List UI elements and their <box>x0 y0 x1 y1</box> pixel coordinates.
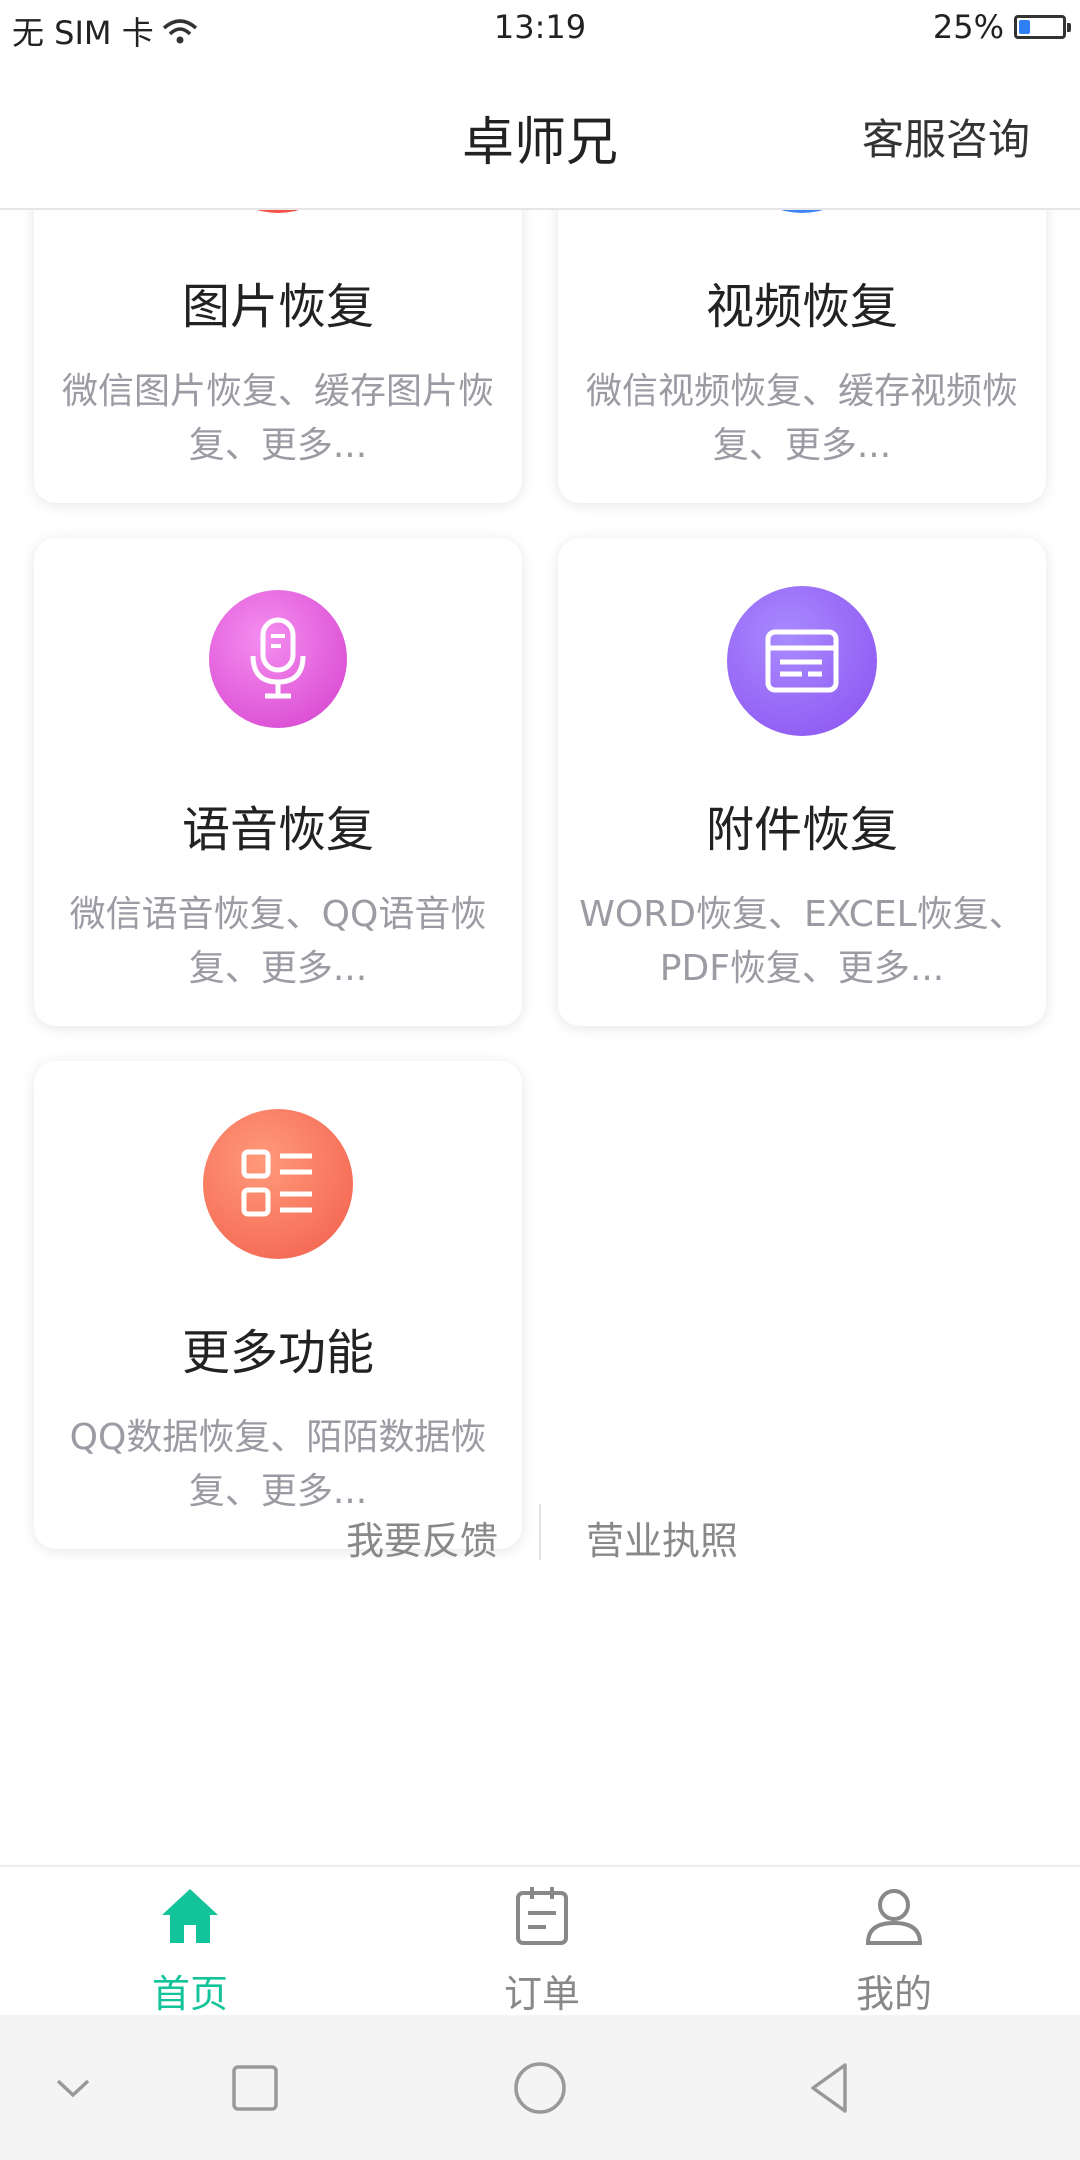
tab-label: 我的 <box>855 1972 932 2016</box>
bottom-tab-bar: 首页 订单 我的 <box>0 1865 1080 2017</box>
nav-header: 卓师兄 客服咨询 <box>0 56 1080 210</box>
attachment-icon <box>727 586 877 736</box>
image-icon <box>203 210 353 213</box>
footer-links: 我要反馈 营业执照 <box>0 1500 1080 1570</box>
card-voice-recovery[interactable]: 语音恢复 微信语音恢复、QQ语音恢复、更多... <box>34 538 522 1026</box>
card-description: WORD恢复、EXCEL恢复、PDF恢复、更多... <box>579 894 1025 989</box>
card-description: 微信语音恢复、QQ语音恢复、更多... <box>69 894 487 989</box>
card-more-features[interactable]: 更多功能 QQ数据恢复、陌陌数据恢复、更多... <box>34 1061 522 1549</box>
video-icon <box>727 210 877 213</box>
card-title: 视频恢复 <box>705 279 898 335</box>
business-license-link[interactable]: 营业执照 <box>586 1510 738 1565</box>
battery-percent: 25% <box>932 8 1004 46</box>
card-description: 微信图片恢复、缓存图片恢复、更多... <box>61 371 494 466</box>
tab-label: 订单 <box>503 1972 580 2016</box>
card-title: 附件恢复 <box>705 802 898 858</box>
feedback-link[interactable]: 我要反馈 <box>346 1510 498 1565</box>
card-attachment-recovery[interactable]: 附件恢复 WORD恢复、EXCEL恢复、PDF恢复、更多... <box>558 538 1046 1026</box>
status-bar: 无 SIM 卡 13:19 25% <box>0 0 1080 56</box>
card-title: 语音恢复 <box>181 802 374 858</box>
card-description: 微信视频恢复、缓存视频恢复、更多... <box>585 371 1018 466</box>
system-navigation-bar <box>0 2015 1080 2160</box>
recent-apps-button[interactable] <box>218 2051 292 2125</box>
tab-label: 首页 <box>151 1972 228 2016</box>
home-button[interactable] <box>503 2051 577 2125</box>
card-title: 图片恢复 <box>181 279 374 335</box>
battery-icon <box>1014 15 1071 39</box>
home-icon <box>162 1889 218 1943</box>
customer-service-button[interactable]: 客服咨询 <box>862 106 1030 167</box>
microphone-icon <box>209 590 347 728</box>
card-video-recovery[interactable]: 视频恢复 微信视频恢复、缓存视频恢复、更多... <box>558 210 1046 503</box>
content-scroll-area[interactable]: 图片恢复 微信图片恢复、缓存图片恢复、更多... 视频恢复 微信视频恢复、缓存视… <box>0 210 1080 1865</box>
list-icon <box>203 1109 353 1259</box>
chevron-down-icon[interactable] <box>36 2051 110 2125</box>
status-time: 13:19 <box>493 8 587 46</box>
tab-home[interactable]: 首页 <box>10 1867 370 2017</box>
footer-divider <box>539 1504 541 1560</box>
battery-level <box>1019 20 1030 34</box>
order-icon <box>516 1887 568 1945</box>
profile-icon <box>865 1889 923 1945</box>
tab-orders[interactable]: 订单 <box>362 1867 722 2017</box>
tab-profile[interactable]: 我的 <box>714 1867 1074 2017</box>
back-button[interactable] <box>793 2051 867 2125</box>
card-image-recovery[interactable]: 图片恢复 微信图片恢复、缓存图片恢复、更多... <box>34 210 522 503</box>
card-title: 更多功能 <box>181 1325 374 1381</box>
